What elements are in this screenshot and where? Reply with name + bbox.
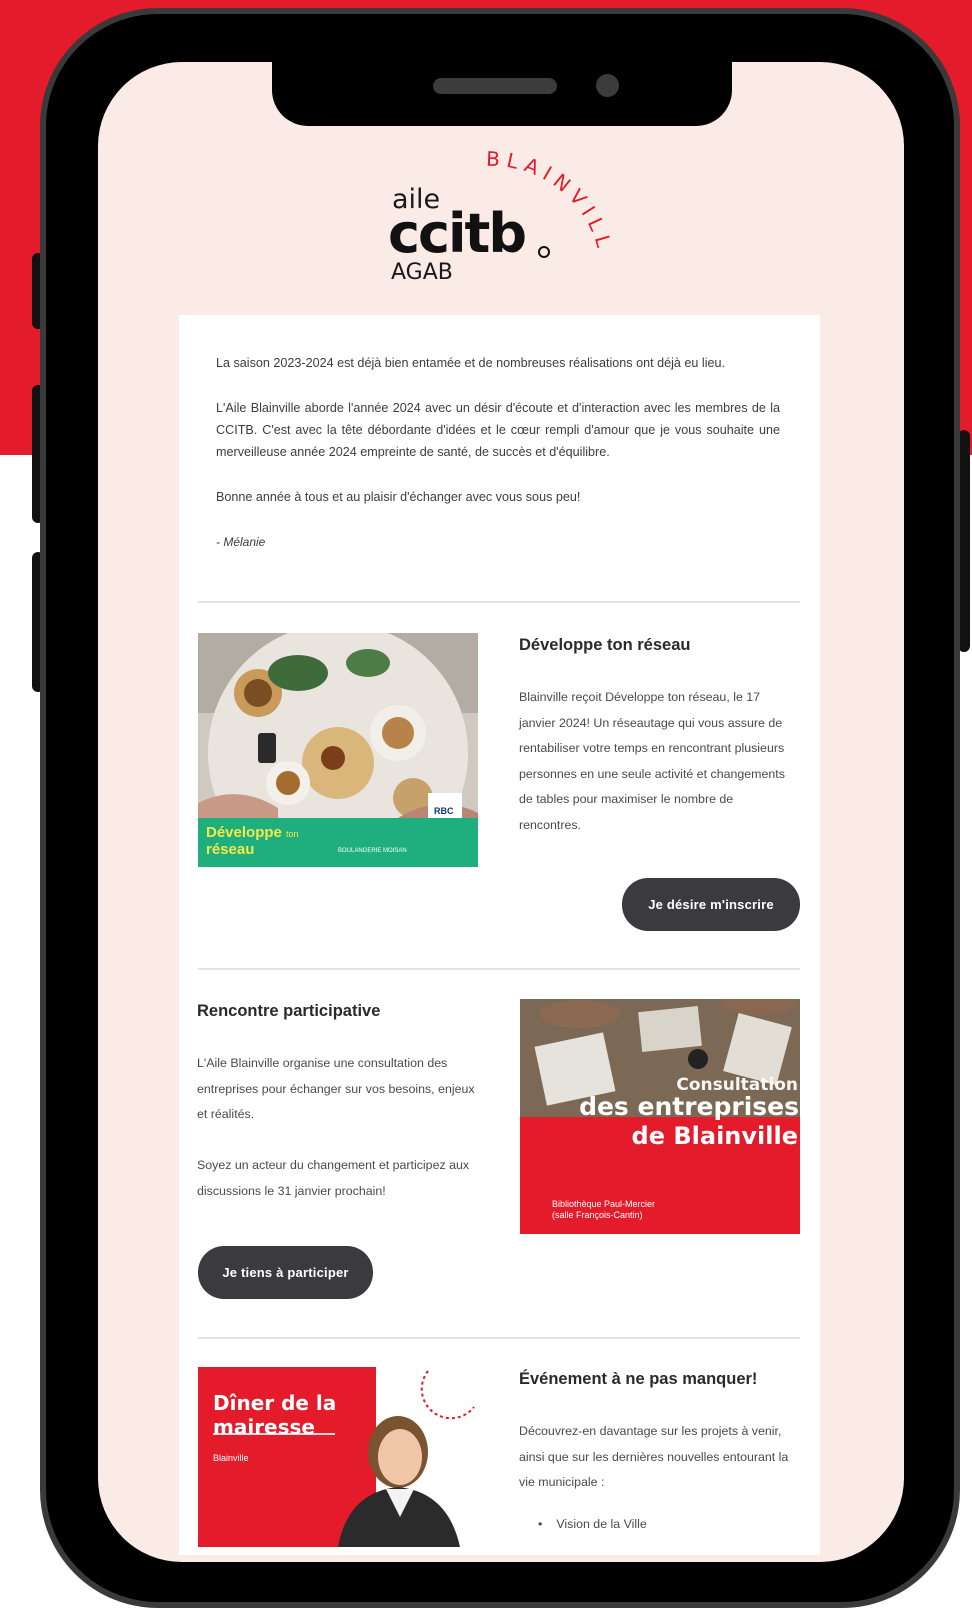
networking-event-image[interactable]: Développe ton réseau BOULANGERIE MOISAN …	[198, 633, 478, 867]
intro-signature: - Mélanie	[216, 535, 266, 549]
divider	[198, 1337, 800, 1339]
section-developpe-title: Développe ton réseau	[519, 636, 691, 654]
rbc-logo: RBC	[434, 806, 454, 816]
section-rencontre-body-1: L'Aile Blainville organise une consultat…	[197, 1056, 475, 1122]
image-consultation-line3: de Blainville	[631, 1122, 798, 1150]
register-button[interactable]: Je désire m'inscrire	[622, 878, 800, 931]
section-rencontre-body-2: Soyez un acteur du changement et partici…	[197, 1158, 470, 1198]
diner-mairesse-image[interactable]: Dîner de la mairesse Blainville	[198, 1367, 478, 1547]
section-evenement-title: Événement à ne pas manquer!	[519, 1370, 758, 1388]
list-item-label: Vision de la Ville	[556, 1517, 647, 1531]
image-consultation-place: Bibliothèque Paul-Mercier (salle François…	[552, 1199, 656, 1220]
front-camera	[596, 74, 619, 97]
divider	[198, 968, 800, 970]
svg-text:BLAINVILLE: BLAINVILLE	[468, 148, 618, 255]
intro-paragraph-2: L'Aile Blainville aborde l'année 2024 av…	[216, 401, 780, 459]
ccitb-logo: aile ccitb AGAB BLAINVILLE	[388, 148, 618, 288]
section-developpe-body: Blainville reçoit Développe ton réseau, …	[519, 690, 785, 832]
bullet-dot-icon: •	[538, 1517, 543, 1531]
consultation-image[interactable]: Consultation des entreprises de Blainvil…	[520, 999, 800, 1234]
logo-arc-text: BLAINVILLE	[468, 148, 612, 255]
banner-title: Développe ton réseau	[206, 824, 299, 858]
intro-paragraph-3: Bonne année à tous et au plaisir d'échan…	[216, 490, 581, 504]
intro-paragraph-1: La saison 2023-2024 est déjà bien entamé…	[216, 356, 725, 370]
section-rencontre-title: Rencontre participative	[197, 1002, 381, 1020]
banner-sponsor: BOULANGERIE MOISAN	[338, 848, 407, 854]
image-diner-sub: Blainville	[213, 1453, 249, 1463]
divider	[198, 601, 800, 603]
section-evenement-body: Découvrez-en davantage sur les projets à…	[519, 1424, 789, 1490]
image-consultation-line2: des entreprises	[579, 1092, 799, 1121]
participate-button[interactable]: Je tiens à participer	[198, 1246, 373, 1299]
logo-agab-text: AGAB	[391, 260, 453, 285]
image-diner-title: Dîner de la mairesse	[213, 1391, 337, 1439]
speaker-grill	[433, 78, 557, 94]
logo-arc: BLAINVILLE	[468, 148, 618, 255]
